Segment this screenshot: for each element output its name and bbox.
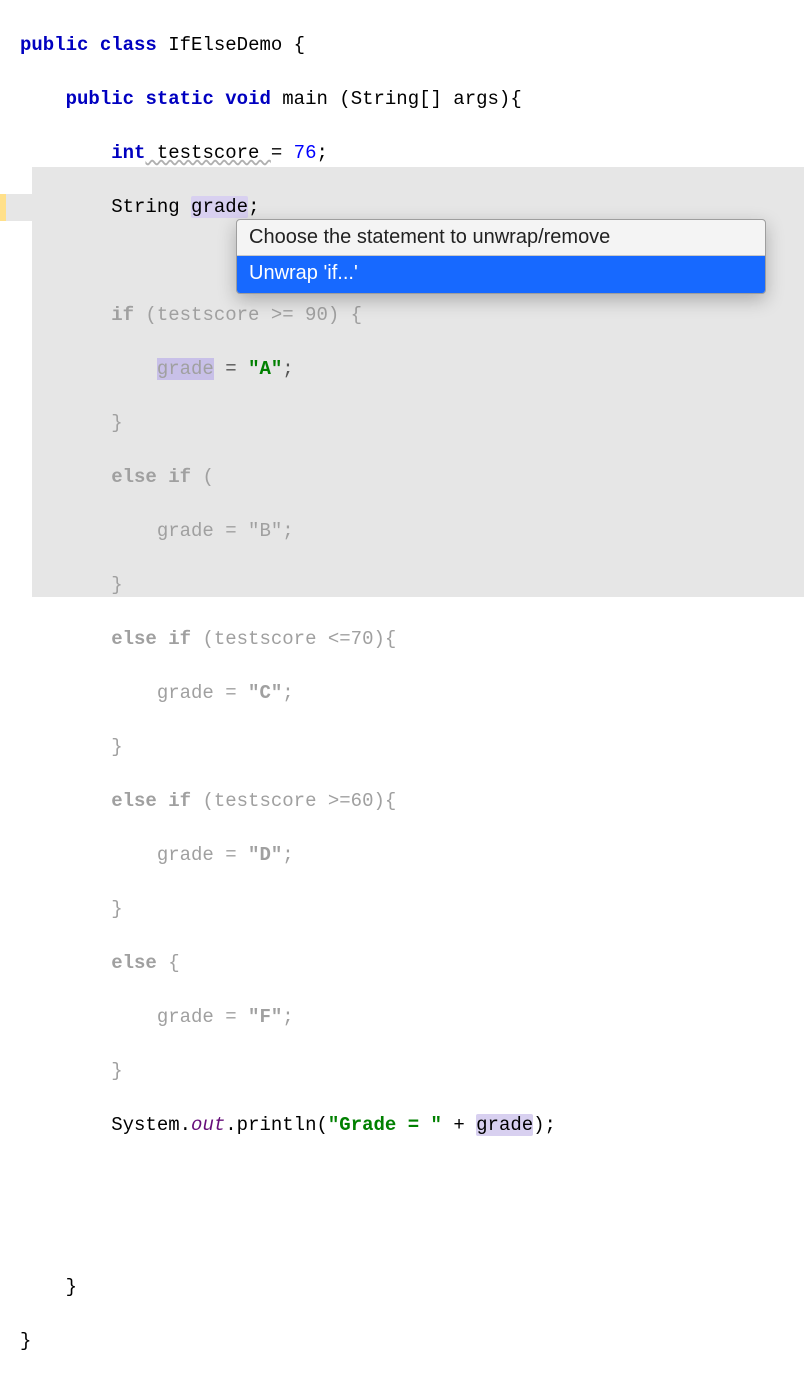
- literal-76: 76: [294, 142, 317, 164]
- keyword-public: public: [20, 34, 88, 56]
- gutter-indicator: [0, 194, 6, 221]
- class-name: IfElseDemo: [168, 34, 282, 56]
- code-line: int testscore = 76;: [20, 140, 804, 167]
- code-line: else if (testscore >=60){: [20, 788, 804, 815]
- code-line: else if (testscore <=70){: [20, 626, 804, 653]
- code-line: grade = "B";: [20, 518, 804, 545]
- code-line: if (testscore >= 90) {: [20, 302, 804, 329]
- method-name: main: [282, 88, 328, 110]
- popup-title: Choose the statement to unwrap/remove: [237, 220, 765, 256]
- keyword-class: class: [100, 34, 157, 56]
- var-grade-assign: grade: [157, 358, 214, 380]
- field-out: out: [191, 1114, 225, 1136]
- popup-item-unwrap-if[interactable]: Unwrap 'if...': [237, 256, 765, 293]
- code-line: public static void main (String[] args){: [20, 86, 804, 113]
- code-line: grade = "D";: [20, 842, 804, 869]
- string-A: "A": [248, 358, 282, 380]
- code-line: [20, 1220, 804, 1247]
- code-line: }: [20, 1328, 804, 1355]
- unwrap-popup: Choose the statement to unwrap/remove Un…: [236, 219, 766, 294]
- code-line: [20, 1166, 804, 1193]
- code-line: public class IfElseDemo {: [20, 32, 804, 59]
- var-grade-ref: grade: [476, 1114, 533, 1136]
- string-grade-label: "Grade = ": [328, 1114, 442, 1136]
- code-line: grade = "C";: [20, 680, 804, 707]
- code-line: System.out.println("Grade = " + grade);: [20, 1112, 804, 1139]
- code-line-active: grade = "A";: [20, 356, 804, 383]
- code-line: }: [20, 1058, 804, 1085]
- var-testscore: testscore: [145, 142, 270, 164]
- code-line: else {: [20, 950, 804, 977]
- code-line: }: [20, 410, 804, 437]
- code-editor[interactable]: public class IfElseDemo { public static …: [0, 0, 804, 1382]
- code-line: }: [20, 572, 804, 599]
- code-line: else if (: [20, 464, 804, 491]
- code-line: }: [20, 896, 804, 923]
- code-line: }: [20, 1274, 804, 1301]
- code-line: grade = "F";: [20, 1004, 804, 1031]
- code-line: }: [20, 734, 804, 761]
- var-grade: grade: [191, 196, 248, 218]
- code-line: String grade;: [20, 194, 804, 221]
